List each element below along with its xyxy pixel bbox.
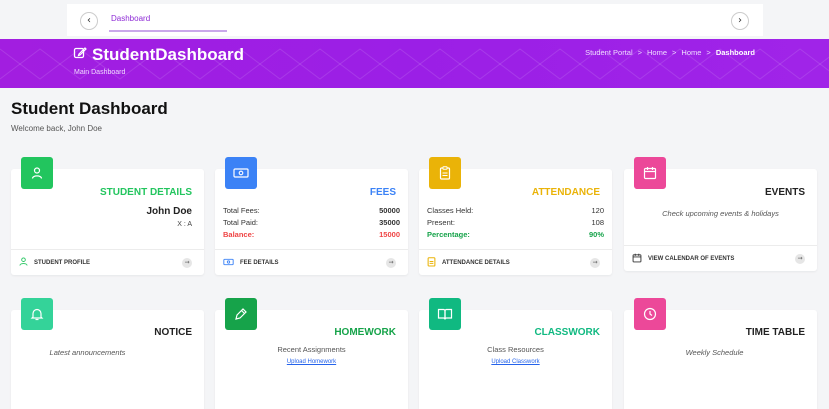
fee-value: 50000 bbox=[379, 206, 400, 215]
breadcrumb: Student Portal > Home > Home > Dashboard bbox=[585, 48, 755, 57]
calendar-icon bbox=[634, 157, 666, 189]
clock-icon bbox=[634, 298, 666, 330]
calendar-icon bbox=[632, 253, 642, 265]
attendance-row: Classes Held: 120 bbox=[427, 206, 604, 215]
notice-card[interactable]: NOTICE Latest announcements bbox=[11, 298, 204, 409]
upload-classwork-link[interactable]: Upload Classwork bbox=[419, 359, 612, 365]
student-profile-link[interactable]: STUDENT PROFILE → bbox=[11, 249, 204, 275]
fee-details-link[interactable]: FEE DETAILS → bbox=[215, 249, 408, 275]
student-details-card: STUDENT DETAILS John Doe X : A STUDENT P… bbox=[11, 157, 204, 275]
pen-icon bbox=[225, 298, 257, 330]
fee-label: Balance: bbox=[223, 230, 255, 239]
brand: StudentDashboard bbox=[73, 45, 244, 65]
footer-label: VIEW CALENDAR OF EVENTS bbox=[648, 255, 735, 262]
breadcrumb-student-portal[interactable]: Student Portal bbox=[585, 48, 633, 57]
fee-value: 15000 bbox=[379, 230, 400, 239]
view-calendar-link[interactable]: VIEW CALENDAR OF EVENTS → bbox=[624, 245, 817, 271]
card-title: HOMEWORK bbox=[334, 327, 396, 338]
fee-value: 35000 bbox=[379, 218, 400, 227]
page-title: Student Dashboard bbox=[11, 99, 168, 118]
attendance-value: 108 bbox=[591, 218, 604, 227]
breadcrumb-separator: > bbox=[637, 48, 642, 57]
attendance-label: Present: bbox=[427, 218, 455, 227]
student-name: John Doe bbox=[146, 206, 192, 217]
fees-card: FEES Total Fees: 50000 Total Paid: 35000… bbox=[215, 157, 408, 275]
brand-title: StudentDashboard bbox=[92, 45, 245, 64]
bell-icon bbox=[21, 298, 53, 330]
card-title: ATTENDANCE bbox=[531, 187, 600, 198]
welcome-text: Welcome back, John Doe bbox=[11, 124, 103, 133]
arrow-right-icon: → bbox=[386, 258, 396, 268]
fee-row: Balance: 15000 bbox=[223, 230, 400, 239]
user-icon bbox=[21, 157, 53, 189]
forward-button[interactable]: › bbox=[731, 12, 749, 30]
fee-row: Total Fees: 50000 bbox=[223, 206, 400, 215]
footer-label: FEE DETAILS bbox=[240, 259, 279, 266]
attendance-value: 120 bbox=[591, 206, 604, 215]
edit-icon bbox=[73, 45, 87, 65]
attendance-label: Percentage: bbox=[427, 230, 470, 239]
tab-underline bbox=[109, 30, 227, 32]
timetable-card[interactable]: TIME TABLE Weekly Schedule bbox=[624, 298, 817, 409]
money-icon bbox=[223, 258, 234, 268]
tab-label: Dashboard bbox=[111, 14, 151, 23]
fee-row: Total Paid: 35000 bbox=[223, 218, 400, 227]
homework-card[interactable]: HOMEWORK Recent Assignments Upload Homew… bbox=[215, 298, 408, 409]
arrow-right-icon: → bbox=[590, 258, 600, 268]
classwork-card[interactable]: CLASSWORK Class Resources Upload Classwo… bbox=[419, 298, 612, 409]
classwork-description: Class Resources bbox=[487, 345, 544, 354]
attendance-row: Present: 108 bbox=[427, 218, 604, 227]
footer-label: STUDENT PROFILE bbox=[34, 259, 91, 266]
back-button[interactable]: ‹ bbox=[80, 12, 98, 30]
user-icon bbox=[19, 257, 28, 268]
events-card: EVENTS Check upcoming events & holidays … bbox=[624, 157, 817, 271]
card-title: NOTICE bbox=[154, 327, 192, 338]
fee-label: Total Fees: bbox=[223, 206, 260, 215]
homework-description: Recent Assignments bbox=[277, 345, 346, 354]
attendance-value: 90% bbox=[588, 230, 604, 239]
tab-strip: ‹ Dashboard › bbox=[67, 4, 763, 36]
events-description: Check upcoming events & holidays bbox=[662, 209, 779, 218]
upload-homework-link[interactable]: Upload Homework bbox=[215, 359, 408, 365]
tab-bar: ‹ Dashboard › bbox=[0, 0, 829, 39]
card-title: TIME TABLE bbox=[745, 327, 805, 338]
footer-label: ATTENDANCE DETAILS bbox=[442, 259, 510, 266]
attendance-card: ATTENDANCE Classes Held: 120 Present: 10… bbox=[419, 157, 612, 275]
breadcrumb-home[interactable]: Home bbox=[647, 48, 667, 57]
attendance-row: Percentage: 90% bbox=[427, 230, 604, 239]
card-title: EVENTS bbox=[764, 187, 805, 198]
breadcrumb-home-2[interactable]: Home bbox=[681, 48, 701, 57]
book-icon bbox=[429, 298, 461, 330]
card-title: STUDENT DETAILS bbox=[99, 187, 192, 198]
page-header: StudentDashboard Main Dashboard Student … bbox=[0, 39, 829, 88]
tab-dashboard[interactable]: Dashboard bbox=[109, 12, 227, 32]
card-title: CLASSWORK bbox=[534, 327, 600, 338]
breadcrumb-separator: > bbox=[706, 48, 711, 57]
attendance-label: Classes Held: bbox=[427, 206, 474, 215]
attendance-details-link[interactable]: ATTENDANCE DETAILS → bbox=[419, 249, 612, 275]
arrow-right-icon: → bbox=[795, 254, 805, 264]
clipboard-icon bbox=[429, 157, 461, 189]
card-title: FEES bbox=[369, 187, 396, 198]
fee-label: Total Paid: bbox=[223, 218, 259, 227]
brand-subtitle: Main Dashboard bbox=[74, 69, 126, 76]
money-icon bbox=[225, 157, 257, 189]
breadcrumb-separator: > bbox=[672, 48, 677, 57]
notice-description: Latest announcements bbox=[49, 348, 126, 357]
clipboard-icon bbox=[427, 256, 436, 269]
timetable-description: Weekly Schedule bbox=[685, 348, 744, 357]
breadcrumb-current: Dashboard bbox=[715, 48, 755, 57]
arrow-right-icon: → bbox=[182, 258, 192, 268]
student-class: X : A bbox=[177, 221, 192, 228]
